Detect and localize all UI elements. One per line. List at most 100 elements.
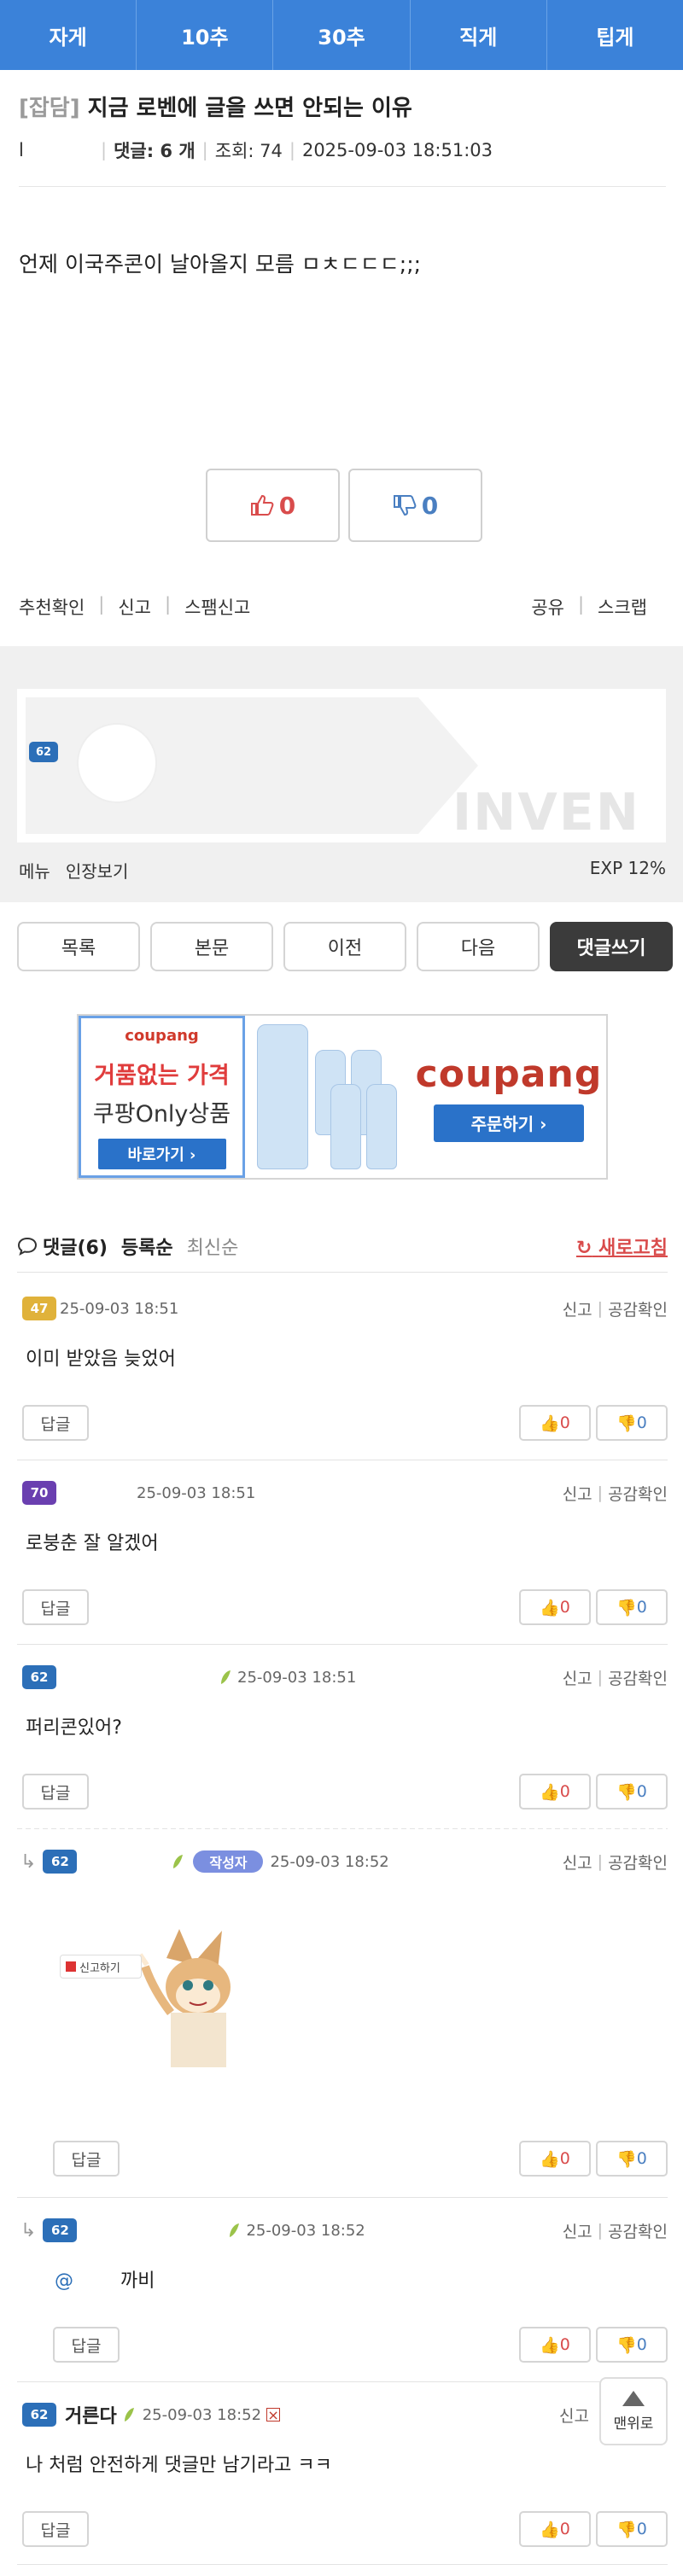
post-links: 추천확인 | 신고 | 스팸신고 공유 | 스크랩: [19, 594, 647, 620]
profile-card: 62 INVEN: [17, 689, 666, 842]
reply-button[interactable]: 답글: [53, 2141, 120, 2177]
comment-date: 25-09-03 18:52: [246, 2221, 365, 2240]
profile-menu[interactable]: 메뉴: [19, 858, 50, 883]
avatar[interactable]: [77, 723, 157, 803]
link-separator: |: [577, 594, 585, 615]
comment-report-link[interactable]: 신고: [563, 1666, 593, 1689]
reply-button[interactable]: 답글: [22, 2511, 89, 2547]
leaf-icon: [122, 2406, 136, 2423]
tab-free-board[interactable]: 자게: [0, 0, 137, 70]
fox-sticker-image: [137, 1929, 231, 2067]
comment-report-link[interactable]: 신고: [563, 1850, 593, 1874]
comment-empathy-link[interactable]: 공감확인: [608, 2219, 668, 2242]
divider: [17, 2381, 668, 2382]
comment-empathy-link[interactable]: 공감확인: [608, 1297, 668, 1320]
reply-button[interactable]: 답글: [53, 2327, 120, 2363]
tab-30-recommend[interactable]: 30추: [273, 0, 411, 70]
sort-newest[interactable]: 최신순: [187, 1233, 239, 1260]
comment-downvote-button[interactable]: 👎 0: [596, 1589, 668, 1625]
comment-empathy-link[interactable]: 공감확인: [608, 1482, 668, 1505]
ad-order-button[interactable]: 주문하기 ›: [434, 1104, 584, 1142]
downvote-count: 0: [421, 491, 439, 520]
coupang-ad[interactable]: coupang 거품없는 가격 쿠팡Only상품 바로가기 › coupang …: [77, 1014, 608, 1180]
level-badge: 62: [22, 2403, 56, 2427]
tab-tip-board[interactable]: 팁게: [547, 0, 683, 70]
comment-meta: 62 거른다 25-09-03 18:52 ×: [22, 2401, 281, 2428]
thumbs-up-icon: [250, 494, 274, 516]
comment-nickname[interactable]: 거른다: [65, 2401, 117, 2428]
thumbs-down-icon: 👎: [616, 2520, 637, 2539]
reply-button[interactable]: 답글: [22, 1589, 89, 1625]
arrow-up-icon: [622, 2390, 645, 2406]
ad-brand: coupang: [125, 1027, 199, 1045]
comment-upvote-count: 0: [559, 2520, 570, 2538]
recommend-check-link[interactable]: 추천확인: [19, 594, 85, 620]
back-to-top-button[interactable]: 맨위로: [599, 2377, 668, 2445]
comment-meta: 62 25-09-03 18:51: [22, 1664, 356, 1690]
comment-empathy-link[interactable]: 공감확인: [608, 1666, 668, 1689]
profile-footer: 메뉴 인장보기 EXP 12%: [19, 858, 666, 883]
next-button[interactable]: 다음: [417, 922, 540, 971]
sort-registered[interactable]: 등록순: [121, 1233, 173, 1260]
comment-downvote-button[interactable]: 👎 0: [596, 2141, 668, 2177]
author-profile: 62 INVEN 메뉴 인장보기 EXP 12%: [0, 646, 683, 902]
list-button[interactable]: 목록: [17, 922, 140, 971]
comment-report-link[interactable]: 신고: [563, 2219, 593, 2242]
link-separator: |: [98, 594, 105, 615]
reply-button[interactable]: 답글: [22, 1405, 89, 1441]
spam-report-link[interactable]: 스팸신고: [184, 594, 250, 620]
author-badge: 작성자: [193, 1850, 264, 1873]
ad-water-bottles: [245, 1016, 412, 1178]
meta-separator: |: [101, 140, 108, 160]
comment-votes: 👍 0 👎 0: [519, 2141, 668, 2177]
upvote-button[interactable]: 0: [206, 469, 340, 542]
comment-downvote-button[interactable]: 👎 0: [596, 2511, 668, 2547]
comment-meta: ↳ 62 작성자 25-09-03 18:52: [20, 1849, 389, 1874]
comment-report-link[interactable]: 신고: [563, 1482, 593, 1505]
coupang-logo: coupang: [415, 1052, 603, 1096]
level-badge: 47: [22, 1297, 56, 1320]
comment-report-link[interactable]: 신고: [563, 1297, 593, 1320]
comment-upvote-button[interactable]: 👍 0: [519, 1589, 591, 1625]
tab-job-board[interactable]: 직게: [411, 0, 547, 70]
comment-upvote-button[interactable]: 👍 0: [519, 2511, 591, 2547]
downvote-button[interactable]: 0: [348, 469, 482, 542]
scrap-link[interactable]: 스크랩: [598, 594, 647, 620]
upvote-count: 0: [278, 491, 296, 520]
comment-upvote-button[interactable]: 👍 0: [519, 1774, 591, 1810]
reply-button[interactable]: 답글: [22, 1774, 89, 1810]
mention[interactable]: @: [55, 2270, 73, 2292]
prev-button[interactable]: 이전: [283, 922, 406, 971]
post-author[interactable]: l: [19, 140, 94, 160]
refresh-icon: ↻: [575, 1238, 593, 1259]
delete-icon[interactable]: ×: [266, 2407, 281, 2423]
comment-downvote-button[interactable]: 👎 0: [596, 1774, 668, 1810]
comment-upvote-button[interactable]: 👍 0: [519, 2141, 591, 2177]
share-link[interactable]: 공유: [531, 594, 564, 620]
post-category: [잡담]: [19, 96, 80, 121]
thumbs-down-icon: 👎: [616, 1782, 637, 1802]
comment-upvote-count: 0: [559, 2335, 570, 2354]
divider: [17, 1828, 668, 1829]
view-cert-link[interactable]: 인장보기: [66, 858, 129, 883]
comment-downvote-button[interactable]: 👎 0: [596, 2327, 668, 2363]
report-sticker-tag[interactable]: 신고하기: [60, 1955, 142, 1979]
comment-downvote-count: 0: [636, 1782, 647, 1801]
body-button[interactable]: 본문: [150, 922, 273, 971]
thumbs-up-icon: 👍: [540, 2520, 560, 2539]
comment-votes: 👍 0 👎 0: [519, 2511, 668, 2547]
tab-10-recommend[interactable]: 10추: [137, 0, 274, 70]
thumbs-up-icon: 👍: [540, 1413, 560, 1433]
refresh-comments-link[interactable]: ↻ 새로고침: [576, 1233, 668, 1260]
ad-go-button[interactable]: 바로가기 ›: [97, 1139, 226, 1169]
comment-report-link[interactable]: 신고: [559, 2404, 589, 2427]
comment-downvote-count: 0: [636, 2149, 647, 2168]
comment-upvote-button[interactable]: 👍 0: [519, 1405, 591, 1441]
comment-upvote-button[interactable]: 👍 0: [519, 2327, 591, 2363]
comments-title: 댓글(6): [43, 1238, 108, 1259]
level-badge: 62: [22, 1665, 56, 1689]
comment-downvote-button[interactable]: 👎 0: [596, 1405, 668, 1441]
report-link[interactable]: 신고: [118, 594, 151, 620]
comment-empathy-link[interactable]: 공감확인: [608, 1850, 668, 1874]
write-comment-button[interactable]: 댓글쓰기: [550, 922, 673, 971]
